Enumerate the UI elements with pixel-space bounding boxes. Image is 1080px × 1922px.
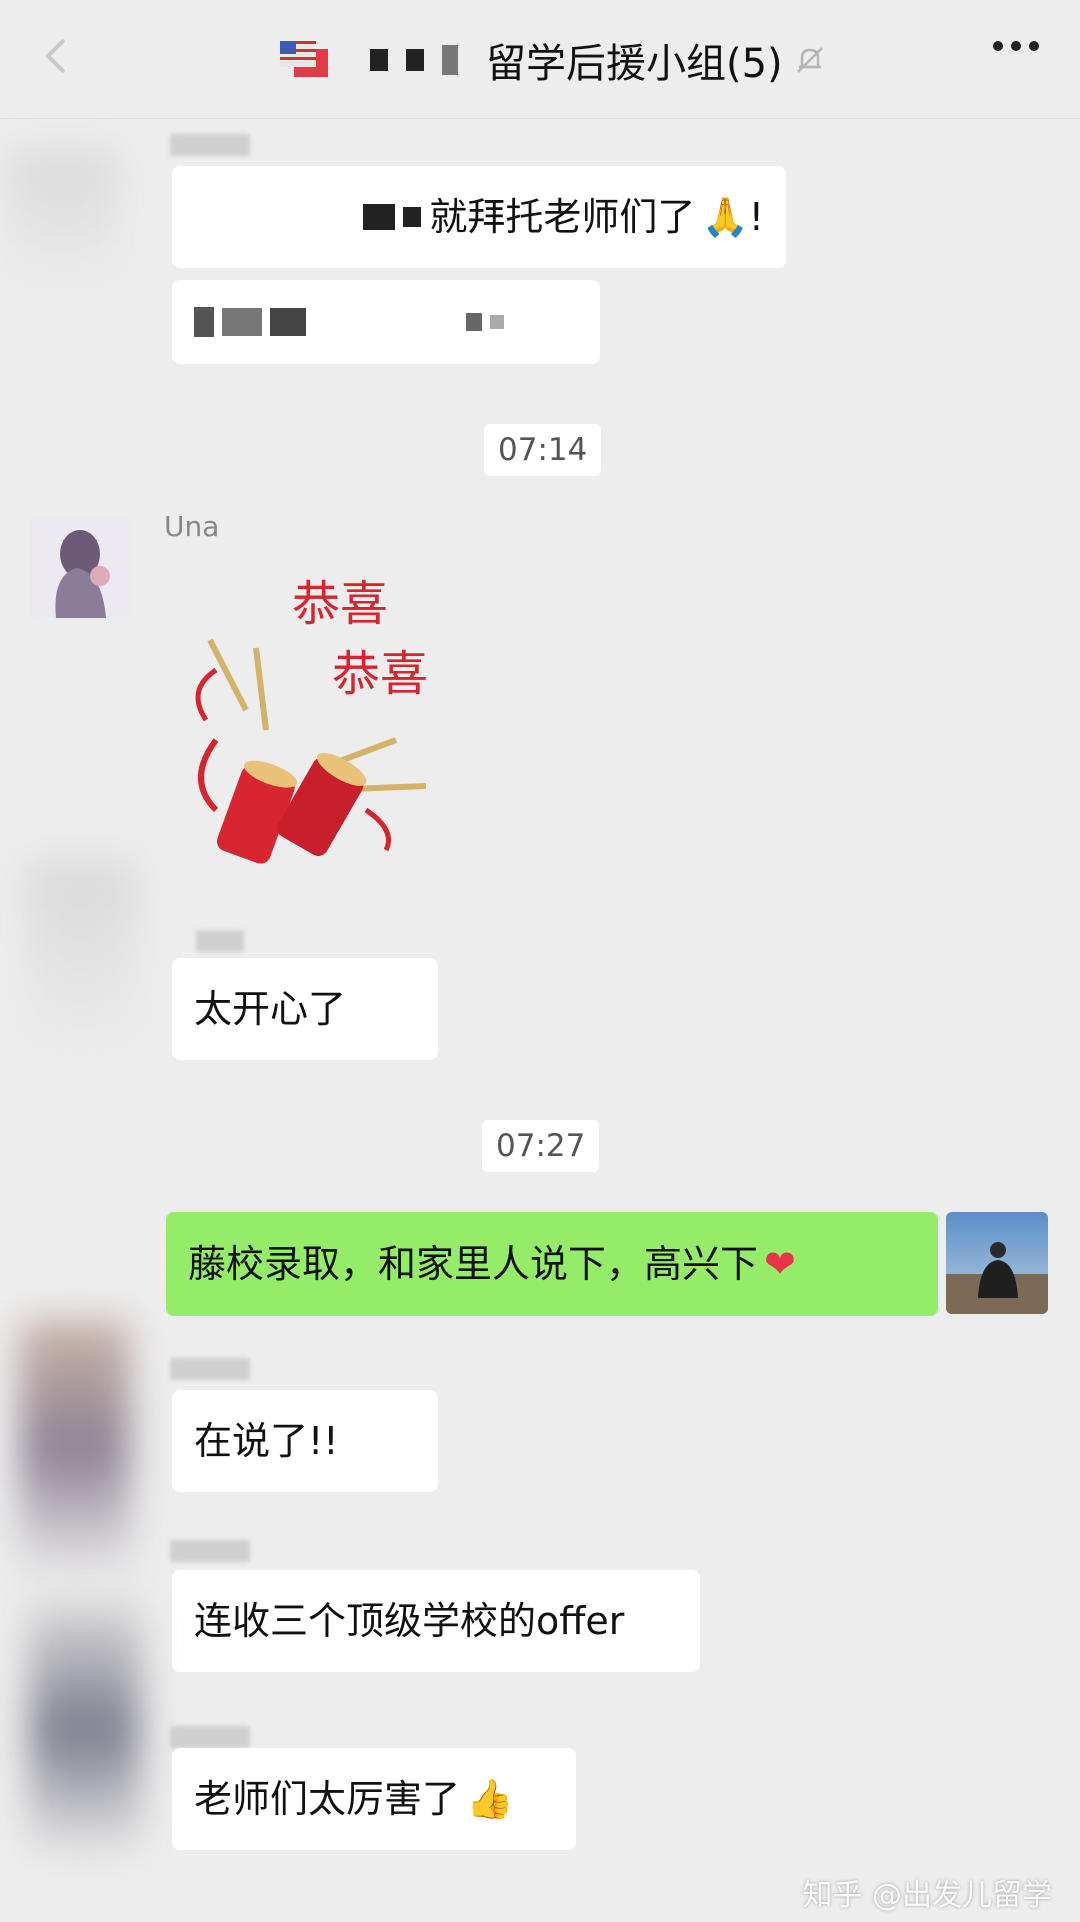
sticker-text-1: 恭喜: [292, 576, 388, 632]
message-text-suffix: !: [748, 195, 764, 239]
message-bubble[interactable]: 在说了!!: [172, 1390, 438, 1492]
blurred-avatar: [8, 150, 118, 290]
message-text: 在说了!!: [194, 1419, 339, 1463]
message-bubble-obscured[interactable]: [172, 280, 600, 364]
message-bubble[interactable]: 就拜托老师们了 🙏 !: [172, 166, 786, 268]
sticker-text-2: 恭喜: [332, 646, 428, 702]
message-bubble[interactable]: 连收三个顶级学校的offer: [172, 1570, 700, 1672]
message-text: 太开心了: [194, 987, 347, 1031]
masked-text-block: [490, 315, 504, 329]
masked-text-block: [403, 207, 422, 227]
watermark: 知乎 @出发儿留学: [802, 1878, 1052, 1913]
message-bubble[interactable]: 老师们太厉害了 👍: [172, 1748, 576, 1850]
masked-text-block: [222, 308, 262, 336]
masked-text-block: [363, 204, 396, 230]
blurred-avatar: [20, 1320, 130, 1580]
timestamp: 07:27: [482, 1120, 600, 1172]
pray-emoji-icon: 🙏: [701, 195, 749, 239]
timestamp: 07:14: [484, 424, 602, 476]
blurred-sender-name: [170, 134, 250, 156]
heart-emoji-icon: ❤: [764, 1242, 796, 1286]
more-dots-icon[interactable]: [992, 38, 1040, 54]
avatar-una[interactable]: [30, 516, 132, 618]
avatar-self[interactable]: [946, 1212, 1048, 1314]
chat-title-area: 留学后援小组(5): [280, 31, 827, 89]
message-bubble[interactable]: 太开心了: [172, 958, 438, 1060]
message-text: 就拜托老师们了: [429, 195, 696, 239]
masked-name-block: [442, 45, 458, 75]
blurred-avatar: [26, 860, 136, 1060]
blurred-sender-name: [170, 1540, 250, 1562]
chat-header: 留学后援小组(5): [0, 0, 1080, 119]
congratulations-sticker[interactable]: 恭喜 恭喜: [186, 560, 476, 880]
masked-text-block: [466, 313, 482, 331]
message-text: 藤校录取，和家里人说下，高兴下: [188, 1242, 759, 1286]
masked-text-block: [194, 307, 214, 337]
blurred-sender-name: [196, 930, 244, 952]
masked-name-block: [406, 49, 424, 71]
sender-name: Una: [164, 510, 220, 543]
bell-muted-icon: [796, 47, 823, 73]
message-text: 老师们太厉害了: [194, 1777, 461, 1821]
masked-name-block: [370, 49, 388, 71]
blurred-sender-name: [170, 1358, 250, 1380]
thumbs-up-emoji-icon: 👍: [466, 1777, 514, 1821]
blurred-avatar: [30, 1600, 140, 1860]
us-flag-icon: [280, 41, 328, 77]
back-arrow-icon[interactable]: [38, 34, 78, 78]
blurred-sender-name: [170, 1726, 250, 1748]
masked-text-block: [270, 308, 306, 336]
chat-title[interactable]: 留学后援小组(5): [486, 31, 783, 89]
message-text: 连收三个顶级学校的offer: [194, 1599, 625, 1643]
message-bubble-self[interactable]: 藤校录取，和家里人说下，高兴下 ❤: [166, 1212, 938, 1316]
